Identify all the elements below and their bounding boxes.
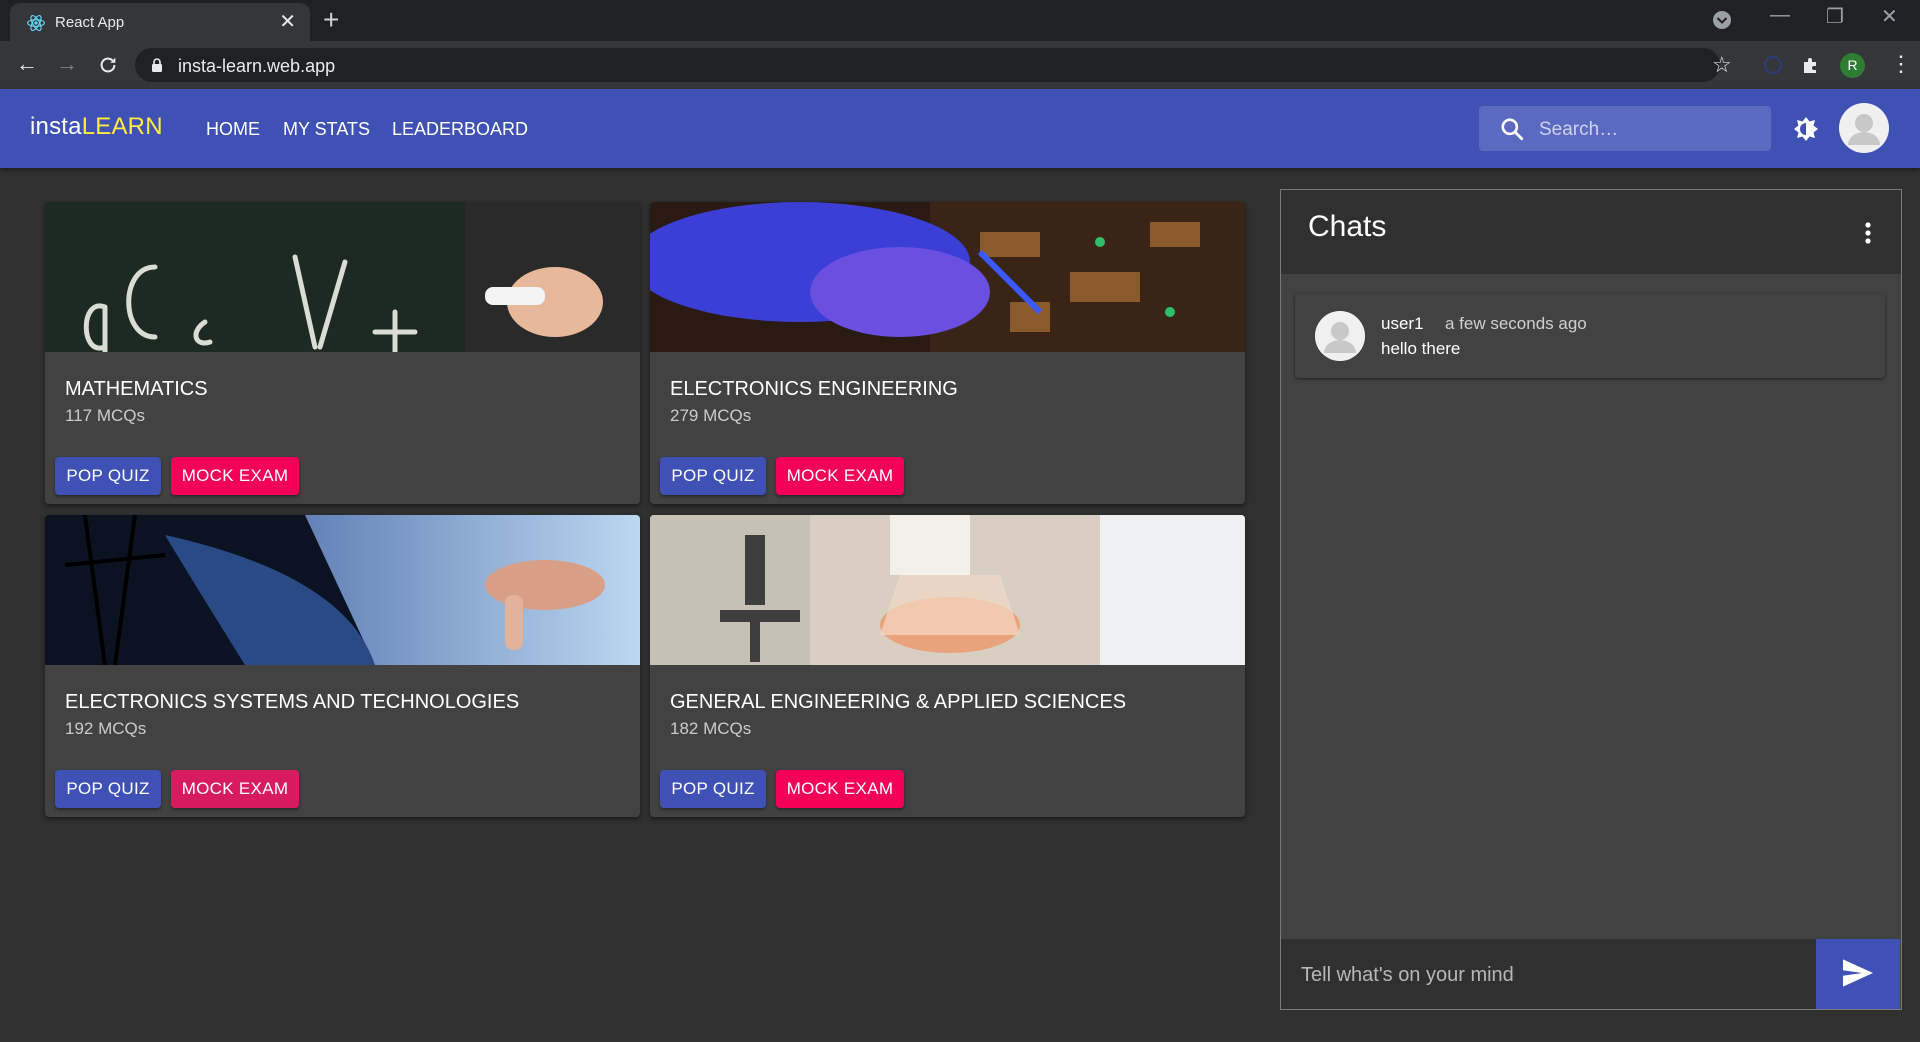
nav-my-stats[interactable]: MY STATS bbox=[283, 119, 370, 140]
mock-exam-button[interactable]: MOCK EXAM bbox=[171, 770, 299, 808]
mcq-count: 279 MCQs bbox=[670, 406, 752, 425]
mock-exam-button[interactable]: MOCK EXAM bbox=[171, 457, 299, 495]
mcq-count: 192 MCQs bbox=[65, 719, 147, 738]
react-icon bbox=[27, 15, 45, 31]
close-tab-icon[interactable]: ✕ bbox=[279, 10, 296, 34]
subject-title: MATHEMATICS bbox=[65, 378, 208, 400]
mcq-count: 182 MCQs bbox=[670, 719, 752, 738]
send-button[interactable] bbox=[1816, 939, 1900, 1009]
chat-panel: Chats user1 a few seconds ago hello ther… bbox=[1280, 189, 1902, 1011]
chat-title: Chats bbox=[1308, 210, 1387, 243]
chat-username: user1 bbox=[1381, 314, 1424, 333]
subject-title: ELECTRONICS SYSTEMS AND TECHNOLOGIES bbox=[65, 691, 520, 713]
chat-user-avatar bbox=[1315, 311, 1365, 361]
electronics-engineering-image bbox=[650, 202, 1245, 352]
profile-avatar[interactable]: R bbox=[1840, 53, 1865, 78]
subject-card-general-engineering: GENERAL ENGINEERING & APPLIED SCIENCES 1… bbox=[650, 515, 1245, 817]
browser-tab[interactable]: React App ✕ bbox=[10, 3, 310, 41]
extension-icon[interactable] bbox=[1764, 56, 1782, 74]
chat-timestamp: a few seconds ago bbox=[1445, 314, 1587, 333]
minimize-icon[interactable]: — bbox=[1770, 4, 1790, 27]
chat-input-box bbox=[1281, 939, 1816, 1011]
more-options-icon[interactable] bbox=[1865, 222, 1871, 244]
pop-quiz-button[interactable]: POP QUIZ bbox=[55, 770, 161, 808]
chat-message: user1 a few seconds ago hello there bbox=[1295, 294, 1885, 378]
mock-exam-button[interactable]: MOCK EXAM bbox=[776, 770, 904, 808]
nav-home[interactable]: HOME bbox=[206, 119, 260, 140]
tab-title: React App bbox=[55, 14, 125, 31]
pop-quiz-button[interactable]: POP QUIZ bbox=[660, 457, 766, 495]
back-icon[interactable]: ← bbox=[16, 51, 38, 77]
browser-menu-icon[interactable]: ⋮ bbox=[1890, 51, 1912, 77]
user-avatar[interactable] bbox=[1839, 103, 1889, 153]
subject-card-mathematics: MATHEMATICS 117 MCQs POP QUIZ MOCK EXAM bbox=[45, 202, 640, 504]
pop-quiz-button[interactable]: POP QUIZ bbox=[55, 457, 161, 495]
pop-quiz-button[interactable]: POP QUIZ bbox=[660, 770, 766, 808]
general-engineering-image bbox=[650, 515, 1245, 665]
bookmark-star-icon[interactable]: ☆ bbox=[1712, 52, 1732, 78]
chat-message-text: hello there bbox=[1381, 339, 1461, 358]
subject-title: ELECTRONICS ENGINEERING bbox=[670, 378, 958, 400]
window-close-icon[interactable]: ✕ bbox=[1881, 4, 1898, 29]
chat-input[interactable] bbox=[1299, 939, 1803, 1011]
subject-title: GENERAL ENGINEERING & APPLIED SCIENCES bbox=[670, 691, 1127, 713]
search-icon bbox=[1501, 118, 1524, 141]
mock-exam-button[interactable]: MOCK EXAM bbox=[776, 457, 904, 495]
logo-text-accent: LEARN bbox=[81, 113, 163, 140]
app-logo[interactable]: instaLEARN bbox=[30, 113, 163, 141]
extensions-puzzle-icon[interactable] bbox=[1801, 55, 1821, 75]
mcq-count: 117 MCQs bbox=[65, 406, 145, 425]
electronics-systems-image bbox=[45, 515, 640, 665]
restore-icon[interactable]: ❐ bbox=[1826, 4, 1844, 29]
new-tab-icon[interactable]: + bbox=[323, 6, 339, 34]
nav-leaderboard[interactable]: LEADERBOARD bbox=[392, 119, 528, 140]
mathematics-image bbox=[45, 202, 640, 352]
search-input[interactable] bbox=[1537, 106, 1761, 153]
logo-text-main: insta bbox=[30, 113, 82, 140]
subject-card-electronics-systems: ELECTRONICS SYSTEMS AND TECHNOLOGIES 192… bbox=[45, 515, 640, 817]
forward-icon[interactable]: → bbox=[56, 51, 78, 77]
lock-icon bbox=[152, 58, 162, 72]
search-box bbox=[1479, 106, 1771, 153]
send-icon bbox=[1843, 958, 1873, 987]
chat-header: Chats bbox=[1281, 190, 1901, 274]
url-text[interactable]: insta-learn.web.app bbox=[178, 56, 335, 77]
reload-icon[interactable] bbox=[97, 54, 119, 76]
address-bar[interactable] bbox=[135, 48, 1720, 82]
brightness-toggle-icon[interactable] bbox=[1792, 115, 1820, 143]
subject-card-electronics-engineering: ELECTRONICS ENGINEERING 279 MCQs POP QUI… bbox=[650, 202, 1245, 504]
tab-search-icon[interactable] bbox=[1712, 10, 1732, 30]
